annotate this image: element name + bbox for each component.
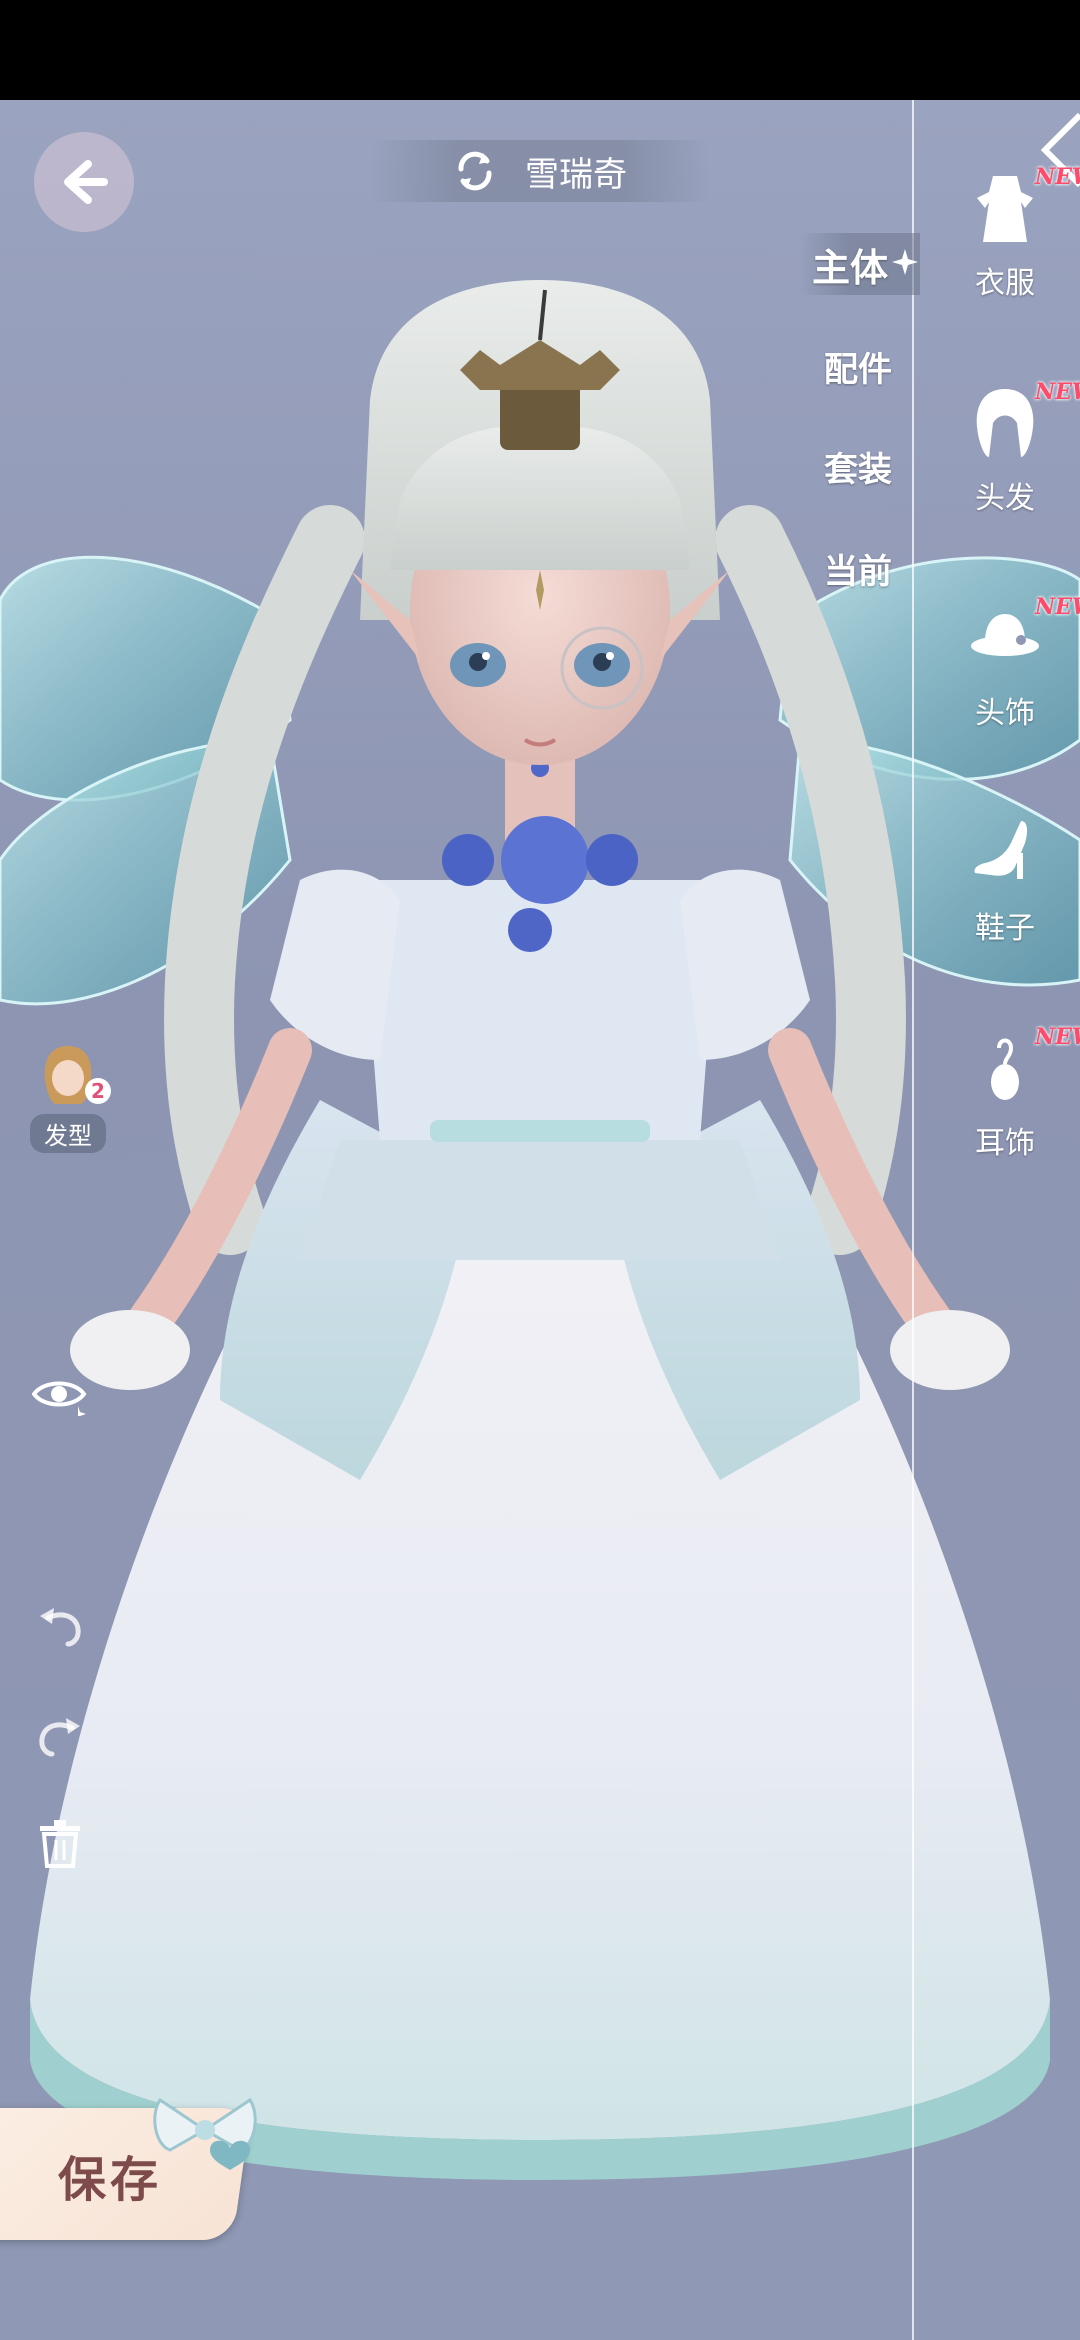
new-badge: NEW: [1035, 1024, 1080, 1050]
new-badge: NEW: [1035, 594, 1080, 620]
undo-icon: [40, 1608, 81, 1647]
hat-icon: [971, 614, 1039, 656]
page-title: 雪瑞奇: [525, 154, 627, 195]
shoe-icon: [974, 821, 1028, 879]
hair-type-button[interactable]: 2 发型: [24, 1040, 112, 1153]
tab-current-label: 当前: [824, 551, 892, 592]
category-hair[interactable]: NEW 头发: [930, 365, 1080, 535]
redo-button[interactable]: [30, 1704, 90, 1764]
status-bar: [0, 0, 1080, 100]
category-headwear[interactable]: NEW 头饰: [930, 580, 1080, 750]
category-clothes[interactable]: NEW 衣服: [930, 150, 1080, 320]
tab-accessories-label: 配件: [824, 349, 892, 390]
tab-main-label: 主体: [812, 245, 889, 290]
hair-type-label: 发型: [30, 1114, 106, 1153]
save-button-label[interactable]: 保存: [58, 2140, 162, 2210]
hair-type-count: 2: [85, 1078, 111, 1104]
tab-sets-label: 套装: [824, 449, 892, 490]
new-badge: NEW: [1035, 379, 1080, 405]
hair-icon: [976, 389, 1034, 457]
tab-current[interactable]: 当前: [824, 537, 944, 599]
undo-button[interactable]: [30, 1594, 90, 1654]
redo-icon: [39, 1718, 80, 1757]
category-clothes-label: 衣服: [975, 266, 1035, 301]
category-hair-label: 头发: [975, 481, 1035, 516]
title-bar[interactable]: 雪瑞奇: [370, 140, 710, 202]
tab-main[interactable]: 主体: [800, 233, 920, 295]
arrow-left-icon: [64, 160, 108, 204]
new-badge: NEW: [1035, 164, 1080, 190]
toggle-visibility-button[interactable]: [30, 1364, 90, 1424]
refresh-icon[interactable]: [453, 149, 497, 193]
category-shoes-label: 鞋子: [975, 911, 1035, 946]
category-earrings[interactable]: NEW 耳饰: [930, 1010, 1080, 1180]
dress-icon: [977, 176, 1033, 242]
earring-icon: [991, 1038, 1019, 1100]
back-button[interactable]: [34, 132, 134, 232]
bow-decoration-icon: [153, 2097, 257, 2170]
category-shoes[interactable]: 鞋子: [930, 795, 1080, 965]
tab-sets[interactable]: 套装: [824, 435, 944, 497]
category-earrings-label: 耳饰: [975, 1126, 1035, 1161]
category-headwear-label: 头饰: [975, 696, 1035, 731]
delete-button[interactable]: [30, 1814, 90, 1874]
sparkle-icon: [892, 249, 918, 275]
tab-accessories[interactable]: 配件: [824, 335, 944, 397]
eye-icon: [32, 1381, 87, 1416]
trash-icon: [40, 1820, 80, 1868]
